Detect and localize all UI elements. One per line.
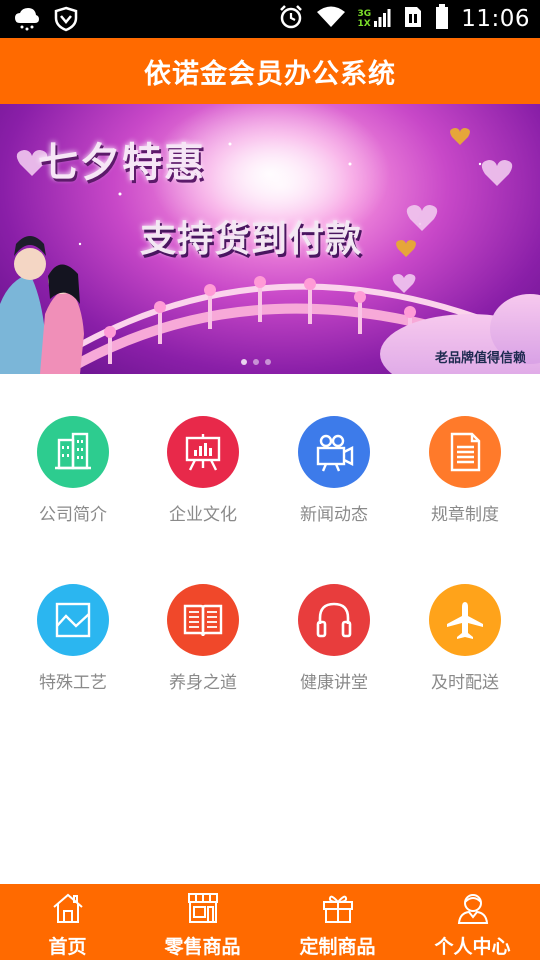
nav-item-profile[interactable]: 个人中心: [405, 884, 540, 960]
network-3g-label: 3G: [357, 9, 372, 19]
promo-banner[interactable]: 七夕特惠 支持货到付款 老品牌值得信赖: [0, 104, 540, 374]
menu-grid: 公司简介 企业文化 新闻动态 规章制度 特殊工艺 养身之道 健康讲堂 及时配送: [0, 374, 540, 884]
menu-item-corporate-culture[interactable]: 企业文化: [143, 416, 263, 536]
menu-item-label: 新闻动态: [300, 505, 368, 525]
banner-promo-title: 七夕特惠: [38, 140, 206, 186]
status-bar: 3G 1X 11:06: [0, 0, 540, 38]
menu-item-label: 公司简介: [39, 505, 107, 525]
cloud-icon: [14, 7, 40, 35]
network-type: 3G 1X: [358, 9, 372, 29]
nav-item-home[interactable]: 首页: [0, 884, 135, 960]
nav-label: 零售商品: [164, 936, 241, 958]
signal-icon: [373, 6, 391, 32]
open-book-icon: [167, 584, 239, 656]
page-title: 依诺金会员办公系统: [144, 58, 396, 90]
menu-item-company-intro[interactable]: 公司简介: [13, 416, 133, 536]
menu-item-label: 养身之道: [169, 673, 237, 693]
sim-icon: [403, 5, 423, 33]
video-camera-icon: [298, 416, 370, 488]
menu-item-health-lecture[interactable]: 健康讲堂: [274, 584, 394, 704]
menu-item-special-craft[interactable]: 特殊工艺: [13, 584, 133, 704]
bottom-navigation: 首页 零售商品 定制商品 个人中心: [0, 884, 540, 960]
menu-item-label: 特殊工艺: [39, 673, 107, 693]
status-time: 11:06: [461, 6, 530, 32]
gift-icon: [321, 892, 355, 928]
banner-slogan: 老品牌值得信赖: [434, 351, 526, 366]
wifi-icon: [316, 5, 346, 33]
menu-item-news[interactable]: 新闻动态: [274, 416, 394, 536]
app-title-bar: 依诺金会员办公系统: [0, 38, 540, 104]
user-icon: [456, 892, 490, 928]
airplane-icon: [429, 584, 501, 656]
nav-label: 个人中心: [434, 936, 511, 958]
document-icon: [429, 416, 501, 488]
menu-item-health-way[interactable]: 养身之道: [143, 584, 263, 704]
network-1x-label: 1X: [357, 19, 371, 29]
menu-item-label: 规章制度: [431, 505, 499, 525]
line-chart-icon: [37, 584, 109, 656]
nav-label: 定制商品: [299, 936, 376, 958]
headphones-icon: [298, 584, 370, 656]
nav-item-retail-goods[interactable]: 零售商品: [135, 884, 270, 960]
menu-item-label: 健康讲堂: [300, 673, 368, 693]
battery-icon: [435, 4, 449, 34]
nav-label: 首页: [48, 936, 87, 958]
building-icon: [37, 416, 109, 488]
presentation-board-icon: [167, 416, 239, 488]
banner-promo-subtitle: 支持货到付款: [140, 219, 363, 260]
storefront-icon: [186, 892, 220, 928]
menu-item-regulations[interactable]: 规章制度: [405, 416, 525, 536]
home-icon: [51, 892, 85, 928]
menu-item-label: 及时配送: [431, 673, 499, 693]
menu-item-delivery[interactable]: 及时配送: [405, 584, 525, 704]
nav-item-custom-goods[interactable]: 定制商品: [270, 884, 405, 960]
menu-item-label: 企业文化: [169, 505, 237, 525]
shield-icon: [54, 6, 78, 36]
alarm-icon: [278, 4, 304, 34]
